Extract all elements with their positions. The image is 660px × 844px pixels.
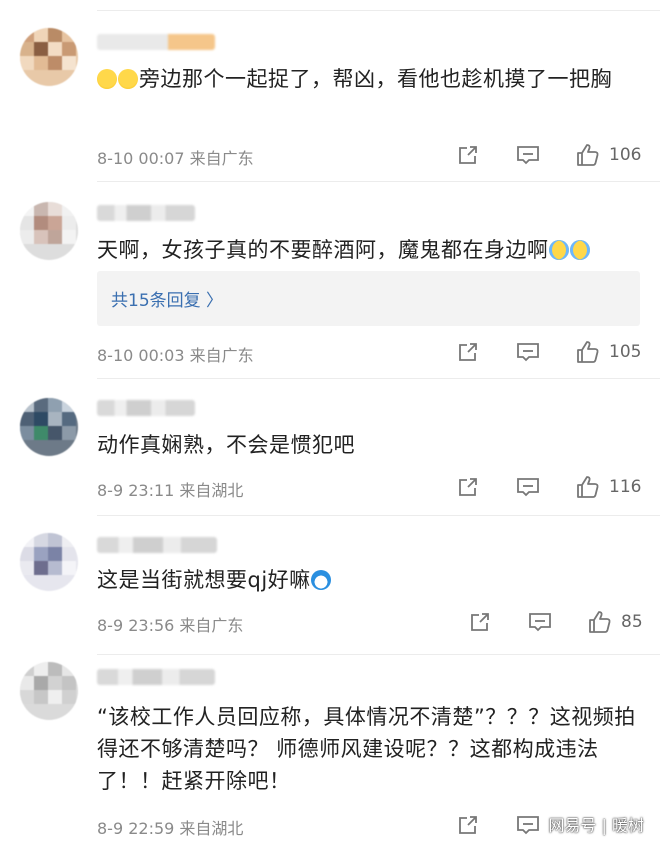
username-blurred[interactable] [97,400,195,416]
like-count: 85 [621,612,643,632]
comment-icon[interactable] [515,142,541,168]
comment-time: 8-9 22:59 来自湖北 [97,819,244,838]
avatar[interactable] [20,533,78,591]
crying-emoji [548,240,569,260]
comment-divider [97,515,660,516]
replies-link-label[interactable]: 共15条回复 〉 [111,286,223,311]
comment-text: 这是当街就想要qj好嘛 [97,564,636,596]
comment-time: 8-10 00:07 来自广东 [97,149,254,168]
share-icon[interactable] [455,142,481,168]
like-icon[interactable] [575,339,601,365]
watermark: 网易号 | 暖树 [548,816,644,835]
comment-text: 旁边那个一起捉了，帮凶，看他也趁机摸了一把胸 [97,63,636,95]
share-icon[interactable] [467,609,493,635]
like-count: 106 [609,145,642,165]
avatar[interactable] [20,28,78,86]
comment-divider [97,378,660,379]
username-blurred[interactable] [97,205,195,221]
comment-divider [97,181,660,182]
comment-time: 8-9 23:11 来自湖北 [97,481,244,500]
like-icon[interactable] [587,609,613,635]
top-divider [97,10,660,11]
comment-meta: 8-10 00:07 来自广东 106 [97,142,660,168]
comment-icon[interactable] [515,812,541,838]
replies-link[interactable]: 共15条回复 〉 [97,271,640,326]
grinning-sweat-emoji [97,69,117,89]
comment-icon[interactable] [515,474,541,500]
avatar[interactable] [20,662,78,720]
username-blurred[interactable] [97,537,217,553]
comment-meta: 8-10 00:03 来自广东 105 [97,339,660,365]
share-icon[interactable] [455,339,481,365]
share-icon[interactable] [455,812,481,838]
comment-time: 8-9 23:56 来自广东 [97,616,244,635]
like-count: 116 [609,477,642,497]
comment-meta: 8-9 23:56 来自广东 85 [97,609,660,635]
like-icon[interactable] [575,142,601,168]
doraemon-emoji [310,570,331,590]
comment-divider [97,654,660,655]
share-icon[interactable] [455,474,481,500]
comment-icon[interactable] [527,609,553,635]
comment-text: “该校工作人员回应称，具体情况不清楚”？？？这视频拍得还不够清楚吗？ 师德师风建… [97,705,636,793]
grinning-sweat-emoji [118,69,138,89]
comment-icon[interactable] [515,339,541,365]
comment-text: 动作真娴熟，不会是惯犯吧 [97,433,355,457]
like-icon[interactable] [575,474,601,500]
comment-meta: 8-9 23:11 来自湖北 116 [97,474,660,500]
username-blurred[interactable] [97,669,215,685]
comment-text: 天啊，女孩子真的不要醉酒阿，魔鬼都在身边啊 [97,234,636,266]
username-blurred[interactable] [97,34,215,50]
crying-emoji [569,240,590,260]
avatar[interactable] [20,202,78,260]
comment-time: 8-10 00:03 来自广东 [97,346,254,365]
avatar[interactable] [20,398,78,456]
like-count: 105 [609,342,642,362]
